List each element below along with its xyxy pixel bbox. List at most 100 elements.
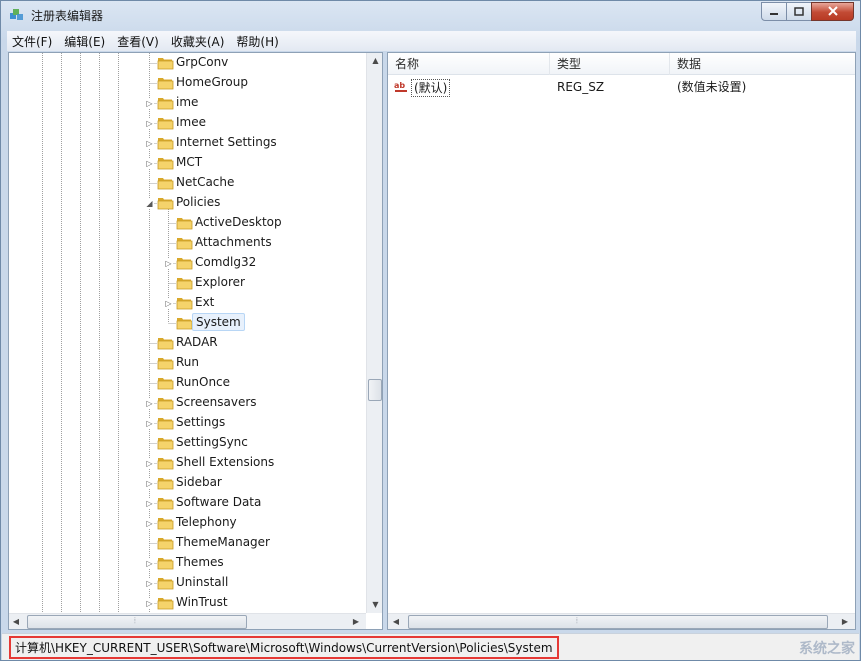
tree-node[interactable]: Attachments xyxy=(9,233,365,253)
tree-node-label[interactable]: ActiveDesktop xyxy=(192,214,285,230)
menu-help[interactable]: 帮助(H) xyxy=(231,33,283,50)
tree-node[interactable]: ▷ Imee xyxy=(9,113,365,133)
value-name[interactable]: (默认) xyxy=(411,79,451,97)
tree-node[interactable]: ThemeManager xyxy=(9,533,365,553)
expand-arrow-icon[interactable]: ▷ xyxy=(145,459,154,468)
tree-horizontal-scroll-thumb[interactable] xyxy=(27,615,247,629)
list-horizontal-scroll-thumb[interactable] xyxy=(408,615,828,629)
tree-node[interactable]: ▷ Ext xyxy=(9,293,365,313)
tree-node[interactable]: ▷ Telephony xyxy=(9,513,365,533)
menu-favorites[interactable]: 收藏夹(A) xyxy=(166,33,230,50)
tree-node[interactable]: ActiveDesktop xyxy=(9,213,365,233)
tree-node-label[interactable]: Sidebar xyxy=(173,474,225,490)
column-header-type[interactable]: 类型 xyxy=(550,53,670,75)
menu-view[interactable]: 查看(V) xyxy=(112,33,164,50)
tree-node-label[interactable]: HomeGroup xyxy=(173,74,251,90)
expand-arrow-icon[interactable]: ▷ xyxy=(145,559,154,568)
expand-arrow-icon[interactable]: ▷ xyxy=(145,159,154,168)
expand-arrow-icon[interactable]: ▷ xyxy=(145,499,154,508)
tree-node-label[interactable]: SettingSync xyxy=(173,434,251,450)
tree-node-label[interactable]: Screensavers xyxy=(173,394,260,410)
tree-node[interactable]: ▷ ime xyxy=(9,93,365,113)
tree-node[interactable]: ▷ WinTrust xyxy=(9,593,365,613)
tree-node[interactable]: ▷ Internet Settings xyxy=(9,133,365,153)
expand-arrow-icon[interactable]: ▷ xyxy=(145,119,154,128)
tree-node-label[interactable]: Shell Extensions xyxy=(173,454,277,470)
tree-node-label[interactable]: Explorer xyxy=(192,274,248,290)
tree-node[interactable]: ▷ MCT xyxy=(9,153,365,173)
maximize-button[interactable] xyxy=(786,2,812,21)
tree-node-label[interactable]: System xyxy=(192,313,245,331)
tree-node-label[interactable]: Settings xyxy=(173,414,228,430)
tree-node-label[interactable]: ime xyxy=(173,94,201,110)
list-scroll-left-arrow-icon[interactable]: ◀ xyxy=(391,617,401,626)
list-horizontal-scrollbar[interactable]: ◀ ⦙ ▶ xyxy=(388,613,855,629)
expand-arrow-icon[interactable]: ▷ xyxy=(145,99,154,108)
tree-horizontal-scrollbar[interactable]: ◀ ⦙ ▶ xyxy=(9,613,366,629)
expand-arrow-icon[interactable]: ▷ xyxy=(145,519,154,528)
tree-vertical-scroll-thumb[interactable] xyxy=(368,379,382,401)
column-header-data[interactable]: 数据 xyxy=(670,53,855,75)
tree-node-label[interactable]: Ext xyxy=(192,294,217,310)
tree-node[interactable]: NetCache xyxy=(9,173,365,193)
expand-arrow-icon[interactable]: ▷ xyxy=(164,299,173,308)
list-scroll-right-arrow-icon[interactable]: ▶ xyxy=(840,617,850,626)
tree-node[interactable]: ▷ Software Data xyxy=(9,493,365,513)
tree-node-label[interactable]: RADAR xyxy=(173,334,221,350)
tree-node-label[interactable]: Uninstall xyxy=(173,574,231,590)
tree-node[interactable]: System xyxy=(9,313,365,333)
tree-node-label[interactable]: WinTrust xyxy=(173,594,231,610)
tree-node-label[interactable]: Comdlg32 xyxy=(192,254,259,270)
collapse-arrow-icon[interactable]: ◢ xyxy=(145,199,154,208)
tree-node[interactable]: Explorer xyxy=(9,273,365,293)
column-header-name[interactable]: 名称 xyxy=(388,53,550,75)
title-bar[interactable]: 注册表编辑器 xyxy=(1,1,860,29)
tree-node[interactable]: ▷ Comdlg32 xyxy=(9,253,365,273)
tree-vertical-scrollbar[interactable]: ▲ ▼ xyxy=(366,53,382,613)
tree-node-label[interactable]: Attachments xyxy=(192,234,275,250)
tree-node[interactable]: ▷ Screensavers xyxy=(9,393,365,413)
registry-tree-pane[interactable]: GrpConv HomeGroup ▷ ime ▷ Imee ▷ Internet Setti… xyxy=(8,52,383,630)
tree-node[interactable]: ▷ Uninstall xyxy=(9,573,365,593)
expand-arrow-icon[interactable]: ▷ xyxy=(145,399,154,408)
tree-node[interactable]: RADAR xyxy=(9,333,365,353)
list-row[interactable]: ab (默认) REG_SZ (数值未设置) xyxy=(388,77,855,97)
close-button[interactable] xyxy=(811,2,854,21)
expand-arrow-icon[interactable]: ▷ xyxy=(164,259,173,268)
tree-node-label[interactable]: ThemeManager xyxy=(173,534,273,550)
tree-node[interactable]: ▷ Sidebar xyxy=(9,473,365,493)
tree-node-label[interactable]: MCT xyxy=(173,154,205,170)
tree-node-label[interactable]: NetCache xyxy=(173,174,237,190)
expand-arrow-icon[interactable]: ▷ xyxy=(145,479,154,488)
minimize-button[interactable] xyxy=(761,2,787,21)
tree-node-label[interactable]: RunOnce xyxy=(173,374,233,390)
expand-arrow-icon[interactable]: ▷ xyxy=(145,579,154,588)
tree-node[interactable]: RunOnce xyxy=(9,373,365,393)
tree-node[interactable]: Run xyxy=(9,353,365,373)
scroll-right-arrow-icon[interactable]: ▶ xyxy=(351,617,361,626)
menu-file[interactable]: 文件(F) xyxy=(7,33,57,50)
tree-node[interactable]: ▷ Shell Extensions xyxy=(9,453,365,473)
tree-node[interactable]: SettingSync xyxy=(9,433,365,453)
tree-node-label[interactable]: Run xyxy=(173,354,202,370)
tree-node-label[interactable]: Software Data xyxy=(173,494,264,510)
tree-node[interactable]: ◢ Policies xyxy=(9,193,365,213)
tree-node-label[interactable]: Imee xyxy=(173,114,209,130)
expand-arrow-icon[interactable]: ▷ xyxy=(145,139,154,148)
values-list-pane[interactable]: 名称 类型 数据 ab (默认) REG_SZ (数值未设置) ◀ ⦙ ▶ xyxy=(387,52,856,630)
expand-arrow-icon[interactable]: ▷ xyxy=(145,419,154,428)
tree-node-label[interactable]: Policies xyxy=(173,194,223,210)
expand-arrow-icon[interactable]: ▷ xyxy=(145,599,154,608)
tree-node-label[interactable]: Telephony xyxy=(173,514,240,530)
menu-edit[interactable]: 编辑(E) xyxy=(59,33,110,50)
tree-node[interactable]: HomeGroup xyxy=(9,73,365,93)
tree-node[interactable]: GrpConv xyxy=(9,53,365,73)
tree-node[interactable]: ▷ Settings xyxy=(9,413,365,433)
tree-node-label[interactable]: Internet Settings xyxy=(173,134,280,150)
scroll-down-arrow-icon[interactable]: ▼ xyxy=(367,600,382,609)
tree-node-label[interactable]: Themes xyxy=(173,554,227,570)
scroll-up-arrow-icon[interactable]: ▲ xyxy=(367,56,382,65)
tree-node-label[interactable]: GrpConv xyxy=(173,54,231,70)
tree-node[interactable]: ▷ Themes xyxy=(9,553,365,573)
scroll-left-arrow-icon[interactable]: ◀ xyxy=(11,617,21,626)
